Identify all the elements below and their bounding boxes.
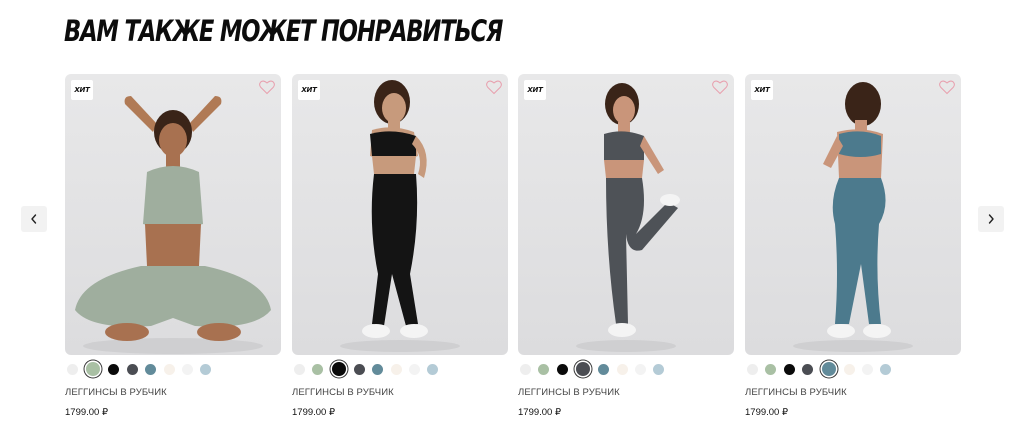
hit-badge: ХИТ bbox=[298, 80, 320, 100]
color-swatch[interactable] bbox=[616, 363, 628, 375]
color-swatch[interactable] bbox=[181, 363, 193, 375]
product-name[interactable]: ЛЕГГИНСЫ В РУБЧИК bbox=[745, 387, 847, 398]
hit-badge: ХИТ bbox=[524, 80, 546, 100]
product-image[interactable]: ХИТ bbox=[65, 74, 281, 355]
chevron-right-icon bbox=[988, 214, 994, 224]
color-swatch[interactable] bbox=[598, 363, 610, 375]
product-price: 1799.00 ₽ bbox=[745, 407, 789, 418]
color-swatch[interactable] bbox=[408, 363, 420, 375]
product-price: 1799.00 ₽ bbox=[292, 407, 336, 418]
color-swatch[interactable] bbox=[843, 363, 855, 375]
color-swatch[interactable] bbox=[653, 363, 665, 375]
color-swatch[interactable] bbox=[783, 363, 795, 375]
color-swatch[interactable] bbox=[765, 363, 777, 375]
product-name[interactable]: ЛЕГГИНСЫ В РУБЧИК bbox=[65, 387, 167, 398]
product-card[interactable]: ХИТ ЛЕГГИНСЫ В РУБЧИК 1799.00 ₽ bbox=[745, 74, 961, 424]
hit-badge: ХИТ bbox=[71, 80, 93, 100]
product-image[interactable]: ХИТ bbox=[292, 74, 508, 355]
model-photo bbox=[576, 83, 680, 352]
color-swatch[interactable] bbox=[294, 363, 305, 375]
color-swatch[interactable] bbox=[372, 363, 384, 375]
color-swatch[interactable] bbox=[163, 363, 175, 375]
color-swatch[interactable] bbox=[821, 362, 836, 376]
product-name[interactable]: ЛЕГГИНСЫ В РУБЧИК bbox=[292, 387, 394, 398]
model-photo bbox=[340, 80, 460, 352]
color-swatch[interactable] bbox=[312, 363, 324, 375]
product-price: 1799.00 ₽ bbox=[65, 407, 109, 418]
color-swatch[interactable] bbox=[427, 363, 439, 375]
color-swatches bbox=[294, 362, 446, 376]
color-swatch[interactable] bbox=[126, 363, 138, 375]
product-price: 1799.00 ₽ bbox=[518, 407, 562, 418]
product-image[interactable]: ХИТ bbox=[518, 74, 734, 355]
heart-outline-icon[interactable] bbox=[485, 79, 503, 95]
color-swatch[interactable] bbox=[108, 363, 120, 375]
carousel-next-button[interactable] bbox=[978, 206, 1004, 232]
color-swatch[interactable] bbox=[86, 362, 101, 376]
color-swatches bbox=[747, 362, 899, 376]
color-swatch[interactable] bbox=[802, 363, 814, 375]
color-swatch[interactable] bbox=[520, 363, 531, 375]
color-swatch[interactable] bbox=[145, 363, 157, 375]
color-swatch[interactable] bbox=[634, 363, 646, 375]
color-swatches bbox=[67, 362, 219, 376]
product-carousel: ХИТ ЛЕГГИНСЫ В РУБЧИК 1799.00 ₽ ХИТ ЛЕГГ… bbox=[65, 74, 961, 424]
heart-outline-icon[interactable] bbox=[938, 79, 956, 95]
product-card[interactable]: ХИТ ЛЕГГИНСЫ В РУБЧИК 1799.00 ₽ bbox=[518, 74, 734, 424]
color-swatch[interactable] bbox=[861, 363, 873, 375]
model-photo bbox=[793, 82, 913, 352]
heart-outline-icon[interactable] bbox=[258, 79, 276, 95]
product-card[interactable]: ХИТ ЛЕГГИНСЫ В РУБЧИК 1799.00 ₽ bbox=[65, 74, 281, 424]
color-swatch[interactable] bbox=[556, 363, 568, 375]
color-swatch[interactable] bbox=[353, 363, 365, 375]
color-swatch[interactable] bbox=[67, 363, 78, 375]
heart-outline-icon[interactable] bbox=[711, 79, 729, 95]
hit-badge: ХИТ bbox=[751, 80, 773, 100]
model-photo bbox=[75, 96, 271, 354]
product-name[interactable]: ЛЕГГИНСЫ В РУБЧИК bbox=[518, 387, 620, 398]
carousel-prev-button[interactable] bbox=[21, 206, 47, 232]
color-swatch[interactable] bbox=[576, 362, 591, 376]
section-title: ВАМ ТАКЖЕ МОЖЕТ ПОНРАВИТЬСЯ bbox=[64, 14, 503, 48]
color-swatch[interactable] bbox=[538, 363, 550, 375]
chevron-left-icon bbox=[31, 214, 37, 224]
color-swatch[interactable] bbox=[390, 363, 402, 375]
color-swatches bbox=[520, 362, 672, 376]
color-swatch[interactable] bbox=[200, 363, 212, 375]
color-swatch[interactable] bbox=[747, 363, 758, 375]
color-swatch[interactable] bbox=[331, 362, 346, 376]
product-card[interactable]: ХИТ ЛЕГГИНСЫ В РУБЧИК 1799.00 ₽ bbox=[292, 74, 508, 424]
color-swatch[interactable] bbox=[880, 363, 892, 375]
product-image[interactable]: ХИТ bbox=[745, 74, 961, 355]
